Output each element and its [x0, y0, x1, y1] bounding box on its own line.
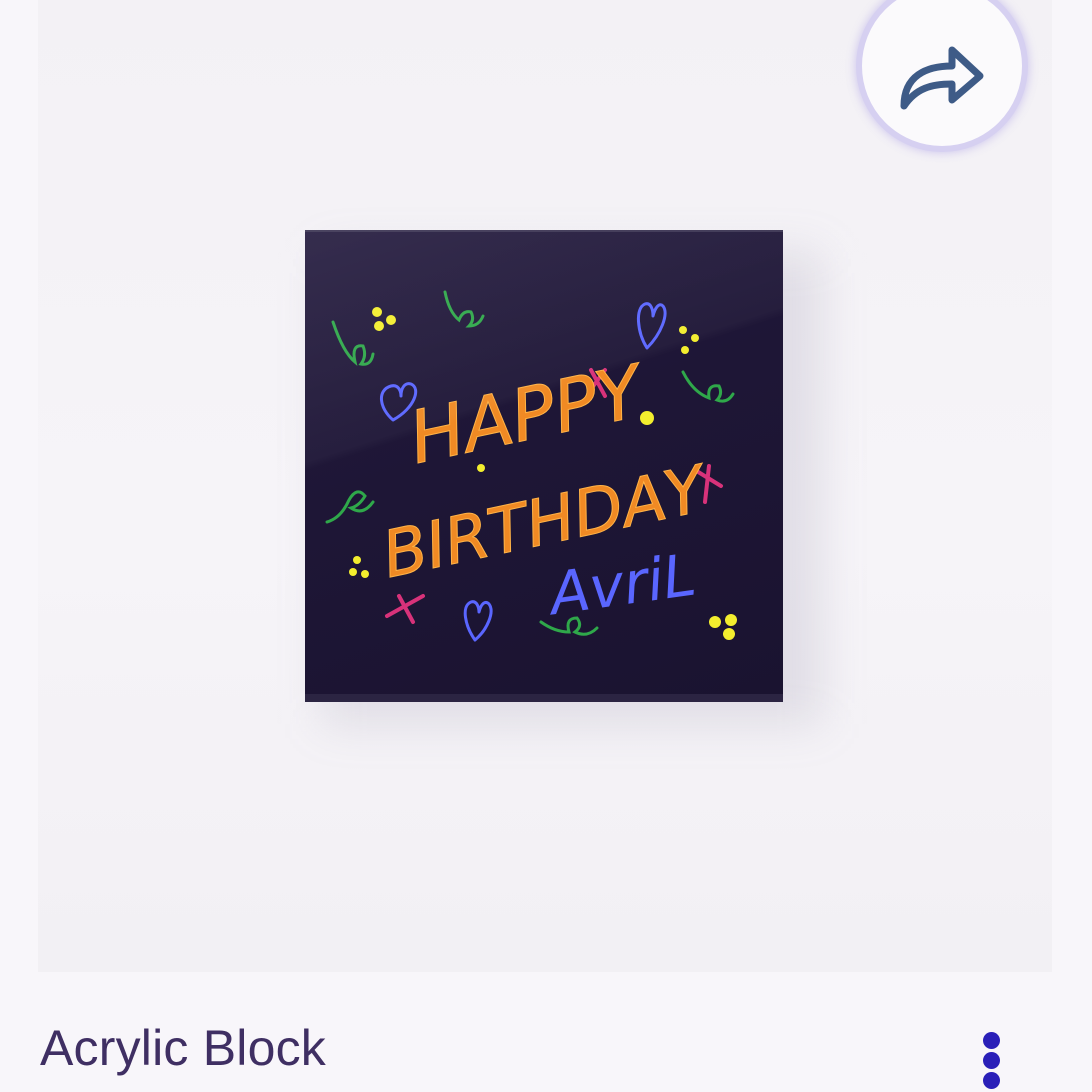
artwork-line-1: HAPPY	[402, 348, 653, 480]
product-title: Acrylic Block	[40, 1020, 326, 1076]
product-detail-page: HAPPY BIRTHDAY AvriL Acrylic Block	[0, 0, 1092, 1092]
more-options-button[interactable]	[968, 1026, 1016, 1092]
share-arrow-icon	[896, 24, 988, 109]
acrylic-block-image: HAPPY BIRTHDAY AvriL	[305, 230, 783, 702]
